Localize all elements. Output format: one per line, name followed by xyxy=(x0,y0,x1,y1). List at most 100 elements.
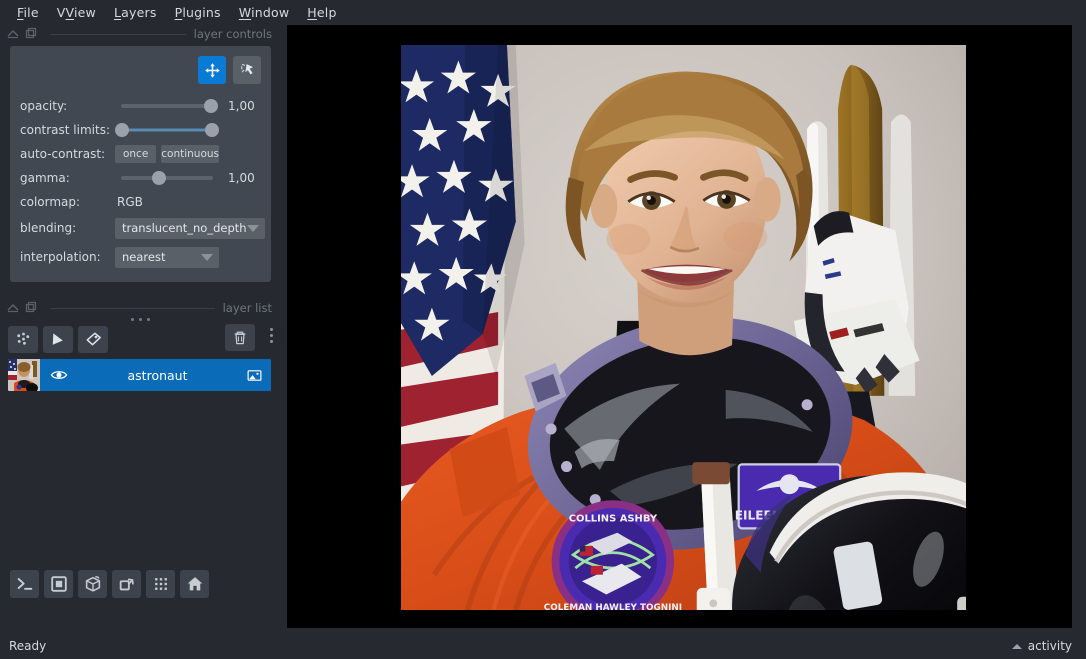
menu-layers[interactable]: Layers xyxy=(105,2,166,23)
menu-plugins-rest: lugins xyxy=(182,4,221,20)
layer-controls-titlebar: layer controls xyxy=(0,24,281,44)
menu-file[interactable]: File xyxy=(8,2,48,23)
vdot xyxy=(270,328,273,331)
points-icon xyxy=(16,332,29,345)
cube-3d-icon xyxy=(85,576,100,592)
activity-label: activity xyxy=(1027,639,1072,653)
gamma-slider-handle[interactable] xyxy=(152,170,167,185)
eye-icon xyxy=(50,371,68,379)
auto-contrast-continuous-button[interactable]: continuous xyxy=(161,144,219,163)
activity-button[interactable]: activity xyxy=(1011,639,1086,653)
blending-combobox[interactable]: translucent_no_depth xyxy=(115,217,265,239)
menu-help-rest: elp xyxy=(316,4,337,20)
menu-help[interactable]: Help xyxy=(298,2,345,23)
menu-view[interactable]: VView xyxy=(48,2,105,23)
opacity-label: opacity: xyxy=(20,98,68,113)
opacity-slider-groove xyxy=(121,103,213,108)
layer-type-icon-wrap xyxy=(237,367,271,384)
contrast-limits-row: contrast limits: xyxy=(20,118,261,141)
layer-controls-title: layer controls xyxy=(193,27,272,41)
colormap-row: colormap: RGB xyxy=(20,190,261,213)
delete-layer-button[interactable] xyxy=(225,324,255,351)
contrast-low-handle[interactable] xyxy=(115,122,129,137)
undock-icon[interactable] xyxy=(24,27,38,41)
opacity-row: opacity: 1,00 xyxy=(20,94,261,117)
interpolation-value: nearest xyxy=(122,250,166,264)
gamma-value: 1,00 xyxy=(228,170,255,185)
layer-visibility-toggle[interactable] xyxy=(40,366,78,384)
menu-window-rest: indow xyxy=(251,4,290,20)
auto-contrast-once-button[interactable]: once xyxy=(115,144,157,163)
layer-list-overflow-menu[interactable] xyxy=(270,328,273,343)
layer-controls-panel: opacity: 1,00 contrast limits: auto-cont… xyxy=(10,46,271,282)
interpolation-combobox[interactable]: nearest xyxy=(115,246,219,268)
menu-window[interactable]: Window xyxy=(230,2,299,23)
viewer-canvas[interactable]: COLLINS ASHBY COLEMAN HAWLEY TOGNINI EIL… xyxy=(287,25,1072,628)
menu-plugins[interactable]: Plugins xyxy=(166,2,230,23)
transform-mode-button[interactable] xyxy=(233,56,261,84)
colormap-label: colormap: xyxy=(20,194,81,209)
layer-thumbnail xyxy=(8,359,40,391)
console-button[interactable] xyxy=(10,570,39,598)
float-dock-icon[interactable] xyxy=(6,301,20,315)
colormap-value: RGB xyxy=(117,194,143,209)
shapes-icon xyxy=(52,332,63,345)
opacity-value: 1,00 xyxy=(228,98,255,113)
add-shapes-layer-button[interactable] xyxy=(43,325,73,353)
astronaut-image: COLLINS ASHBY COLEMAN HAWLEY TOGNINI EIL… xyxy=(401,45,966,610)
opacity-field: 1,00 xyxy=(115,96,261,116)
status-message: Ready xyxy=(9,639,47,653)
layer-buttons-row xyxy=(0,318,281,354)
gamma-slider[interactable] xyxy=(115,168,219,188)
add-points-layer-button[interactable] xyxy=(8,325,38,353)
colormap-field: RGB xyxy=(115,195,261,209)
titlebar-rule xyxy=(50,307,215,309)
auto-contrast-field: once continuous xyxy=(115,144,261,163)
left-dock: layer controls opacity: 1,00 contrast li… xyxy=(0,24,281,633)
ndisplay-toggle-button[interactable] xyxy=(78,570,107,598)
layer-list-title: layer list xyxy=(222,301,272,315)
blending-label: blending: xyxy=(20,221,77,235)
opacity-slider[interactable] xyxy=(115,96,219,116)
menu-window-accel: W xyxy=(238,4,252,20)
transpose-icon xyxy=(119,578,134,591)
auto-contrast-buttons: once continuous xyxy=(115,144,219,163)
svg-text:COLEMAN HAWLEY TOGNINI: COLEMAN HAWLEY TOGNINI xyxy=(544,603,682,610)
image-layer-icon xyxy=(247,369,261,381)
pan-zoom-mode-button[interactable] xyxy=(198,56,226,84)
float-dock-icon[interactable] xyxy=(6,27,20,41)
home-icon xyxy=(187,577,202,591)
astronaut-image-render: COLLINS ASHBY COLEMAN HAWLEY TOGNINI EIL… xyxy=(401,45,966,610)
viewer-buttons-bar xyxy=(0,561,281,607)
caret-up-icon xyxy=(1011,643,1022,649)
roll-dimensions-button[interactable] xyxy=(44,570,73,598)
undock-icon[interactable] xyxy=(24,301,38,315)
gamma-row: gamma: 1,00 xyxy=(20,166,261,189)
gamma-slider-groove xyxy=(121,175,213,180)
opacity-slider-handle[interactable] xyxy=(204,98,219,113)
contrast-limits-label: contrast limits: xyxy=(20,122,110,137)
titlebar-rule xyxy=(50,33,186,35)
vdot xyxy=(270,334,273,337)
chevron-down-icon xyxy=(201,253,213,261)
gamma-label: gamma: xyxy=(20,170,70,185)
blending-field: translucent_no_depth xyxy=(115,217,307,239)
move-icon xyxy=(204,62,220,78)
astronaut-thumbnail-image xyxy=(8,359,40,391)
layer-name-label: astronaut xyxy=(127,367,188,383)
add-labels-layer-button[interactable] xyxy=(78,325,108,353)
contrast-limits-slider[interactable] xyxy=(115,120,219,140)
menu-layers-rest: ayers xyxy=(121,4,157,20)
status-bar: Ready activity xyxy=(0,633,1086,659)
contrast-slider-range xyxy=(125,128,209,131)
interpolation-label: interpolation: xyxy=(20,250,101,264)
grid-view-button[interactable] xyxy=(146,570,175,598)
menu-view-pre: V xyxy=(56,4,66,20)
labels-tag-icon xyxy=(86,332,101,345)
transpose-dims-button[interactable] xyxy=(112,570,141,598)
menu-help-accel: H xyxy=(307,4,317,20)
layer-list-item-astronaut[interactable]: astronaut xyxy=(8,359,271,391)
contrast-high-handle[interactable] xyxy=(205,122,219,137)
home-reset-view-button[interactable] xyxy=(180,570,209,598)
chevron-down-icon xyxy=(246,224,259,232)
